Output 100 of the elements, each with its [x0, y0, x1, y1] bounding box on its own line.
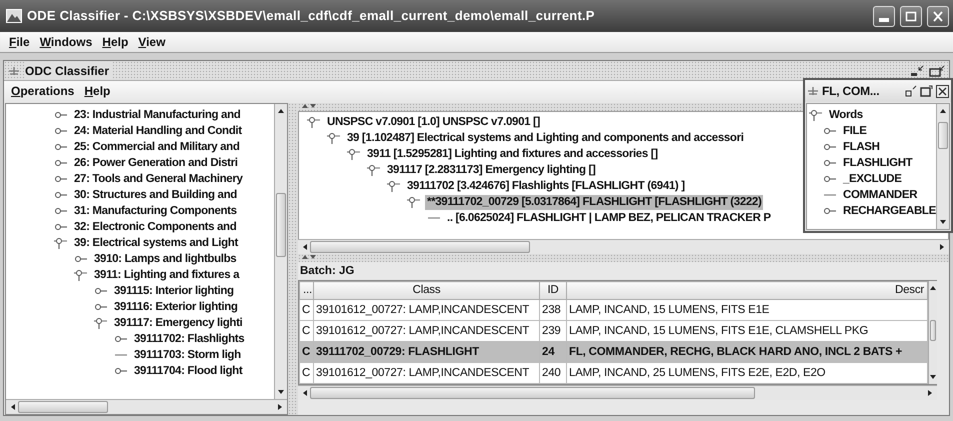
menu-item[interactable]: View [133, 33, 170, 51]
collapsed-node-icon[interactable] [114, 333, 128, 345]
left-arrow-icon[interactable] [301, 243, 309, 251]
vertical-scrollbar[interactable] [274, 104, 287, 399]
vertical-scrollbar[interactable] [928, 281, 937, 384]
collapse-arrows-icon[interactable] [301, 254, 317, 260]
horizontal-scrollbar[interactable] [298, 239, 949, 254]
tree-node-label[interactable]: RECHARGEABLE [841, 204, 936, 218]
collapsed-node-icon[interactable] [823, 205, 837, 217]
expanded-node-icon[interactable] [387, 180, 401, 192]
tree-node-label[interactable]: 23: Industrial Manufacturing and [72, 108, 242, 122]
tree-node-label[interactable]: 391117: Emergency lighti [112, 316, 244, 330]
expanded-node-icon[interactable] [327, 132, 341, 144]
expanded-node-icon[interactable] [407, 196, 421, 208]
tree-node-label[interactable]: FLASHLIGHT [841, 156, 914, 170]
collapsed-node-icon[interactable] [823, 173, 837, 185]
tree-node-label[interactable]: 25: Commercial and Military and [72, 140, 242, 154]
table-row[interactable]: C 39111702_00729: FLASHLIGHT 24 FL, COMMANDER, RECHG, BLACK HARD ANO, INCL 2 BATS + [300, 342, 928, 363]
right-arrow-icon[interactable] [926, 389, 934, 397]
tree-node-label[interactable]: 391116: Exterior lighting [112, 300, 240, 314]
tree-node-label[interactable]: FLASH [841, 140, 882, 154]
expanded-node-icon[interactable] [74, 269, 88, 281]
table-row[interactable]: C 39101612_00727: LAMP,INCANDESCENT 240 LAMP, INCAND, 25 LUMENS, FITS E2E, E2D, E2O [300, 362, 928, 384]
down-arrow-icon[interactable] [277, 388, 285, 396]
tree-node-label[interactable]: 39: Electrical systems and Light [72, 236, 240, 250]
collapsed-node-icon[interactable] [823, 125, 837, 137]
collapsed-node-icon[interactable] [114, 365, 128, 377]
minimize-icon[interactable] [905, 85, 917, 97]
tree-node-label[interactable]: 3911 [1.5295281] Lighting and fixtures and accessories [] [365, 146, 660, 162]
tree-node-label[interactable]: 30: Structures and Building and [72, 188, 239, 202]
tree-node-label[interactable]: 3910: Lamps and lightbulbs [92, 252, 238, 266]
up-arrow-icon[interactable] [939, 107, 947, 115]
scroll-thumb[interactable] [18, 401, 108, 413]
tree-node-label[interactable]: 3911: Lighting and fixtures a [92, 268, 242, 282]
close-button[interactable] [927, 6, 949, 26]
collapsed-node-icon[interactable] [74, 253, 88, 265]
right-arrow-icon[interactable] [938, 243, 946, 251]
collapsed-node-icon[interactable] [54, 189, 68, 201]
collapsed-node-icon[interactable] [94, 301, 108, 313]
table-row[interactable]: C 39101612_00727: LAMP,INCANDESCENT 238 LAMP, INCAND, 15 LUMENS, FITS E1E [300, 300, 928, 321]
expanded-node-icon[interactable] [307, 116, 321, 128]
up-arrow-icon[interactable] [929, 284, 937, 292]
collapsed-node-icon[interactable] [54, 109, 68, 121]
collapsed-node-icon[interactable] [54, 141, 68, 153]
tree-node-label[interactable]: 39111704: Flood light [132, 364, 244, 378]
collapsed-node-icon[interactable] [823, 141, 837, 153]
tree-node-label[interactable]: UNSPSC v7.0901 [1.0] UNSPSC v7.0901 [] [325, 114, 542, 130]
expanded-node-icon[interactable] [54, 237, 68, 249]
tree-node-label[interactable]: 27: Tools and General Machinery [72, 172, 245, 186]
down-arrow-icon[interactable] [939, 218, 947, 226]
down-arrow-icon[interactable] [929, 373, 937, 381]
tree-node-label[interactable]: .. [6.0625024] FLASHLIGHT | LAMP BEZ, PELICAN TRACKER P [445, 210, 773, 226]
tree-node-label[interactable]: 391117 [2.2831173] Emergency lighting [] [385, 162, 598, 178]
collapsed-node-icon[interactable] [54, 221, 68, 233]
expanded-node-icon[interactable] [367, 164, 381, 176]
menu-item[interactable]: Operations [6, 82, 80, 100]
up-arrow-icon[interactable] [277, 107, 285, 115]
collapsed-node-icon[interactable] [54, 205, 68, 217]
tree-node-label[interactable]: 39111702 [3.424676] Flashlights [FLASHLIGHT (6941) ] [405, 178, 687, 194]
minimize-icon[interactable] [910, 64, 924, 76]
menu-item[interactable]: Windows [34, 33, 98, 51]
collapsed-node-icon[interactable] [54, 125, 68, 137]
expanded-node-icon[interactable] [809, 109, 823, 121]
horizontal-scrollbar[interactable] [6, 399, 287, 414]
tree-node-label[interactable]: 24: Material Handling and Condit [72, 124, 244, 138]
collapsed-node-icon[interactable] [94, 285, 108, 297]
tree-node-label[interactable]: 39111702: Flashlights [132, 332, 246, 346]
tree-node-label[interactable]: FILE [841, 124, 869, 138]
collapsed-node-icon[interactable] [823, 157, 837, 169]
close-icon[interactable] [936, 84, 949, 98]
restore-icon[interactable] [929, 64, 945, 76]
vertical-scrollbar[interactable] [936, 104, 949, 229]
maximize-button[interactable] [900, 6, 922, 26]
tree-node-label[interactable]: Words [827, 108, 865, 122]
menu-item[interactable]: Help [97, 33, 134, 51]
left-arrow-icon[interactable] [301, 389, 309, 397]
tree-node-label[interactable]: COMMANDER [841, 188, 920, 202]
collapsed-node-icon[interactable] [54, 173, 68, 185]
menu-item[interactable]: File [4, 33, 35, 51]
tree-node-label[interactable]: 39 [1.102487] Electrical systems and Lighting and components and accessori [345, 130, 746, 146]
tree-node-label[interactable]: _EXCLUDE [841, 172, 904, 186]
column-header[interactable]: Descr [566, 282, 928, 300]
expanded-node-icon[interactable] [347, 148, 361, 160]
tree-node-label[interactable]: 31: Manufacturing Components [72, 204, 239, 218]
column-header[interactable]: ... [300, 282, 314, 300]
column-header[interactable]: Class [314, 282, 540, 300]
right-arrow-icon[interactable] [276, 403, 284, 411]
tree-node-label[interactable]: 26: Power Generation and Distri [72, 156, 240, 170]
scroll-thumb[interactable] [310, 387, 755, 399]
column-header[interactable]: ID [540, 282, 566, 300]
tree-node-label[interactable]: 32: Electronic Components and [72, 220, 238, 234]
tree-node-label[interactable]: **39111702_00729 [5.0317864] FLASHLIGHT [FLASHLIGHT (3222) [425, 194, 764, 210]
scroll-thumb[interactable] [276, 192, 286, 258]
expanded-node-icon[interactable] [94, 317, 108, 329]
left-arrow-icon[interactable] [9, 403, 17, 411]
scroll-thumb[interactable] [930, 320, 936, 341]
tree-node-label[interactable]: 391115: Interior lighting [112, 284, 236, 298]
collapse-arrows-icon[interactable] [301, 103, 317, 109]
minimize-button[interactable] [873, 6, 895, 26]
menu-item[interactable]: Help [79, 82, 116, 100]
